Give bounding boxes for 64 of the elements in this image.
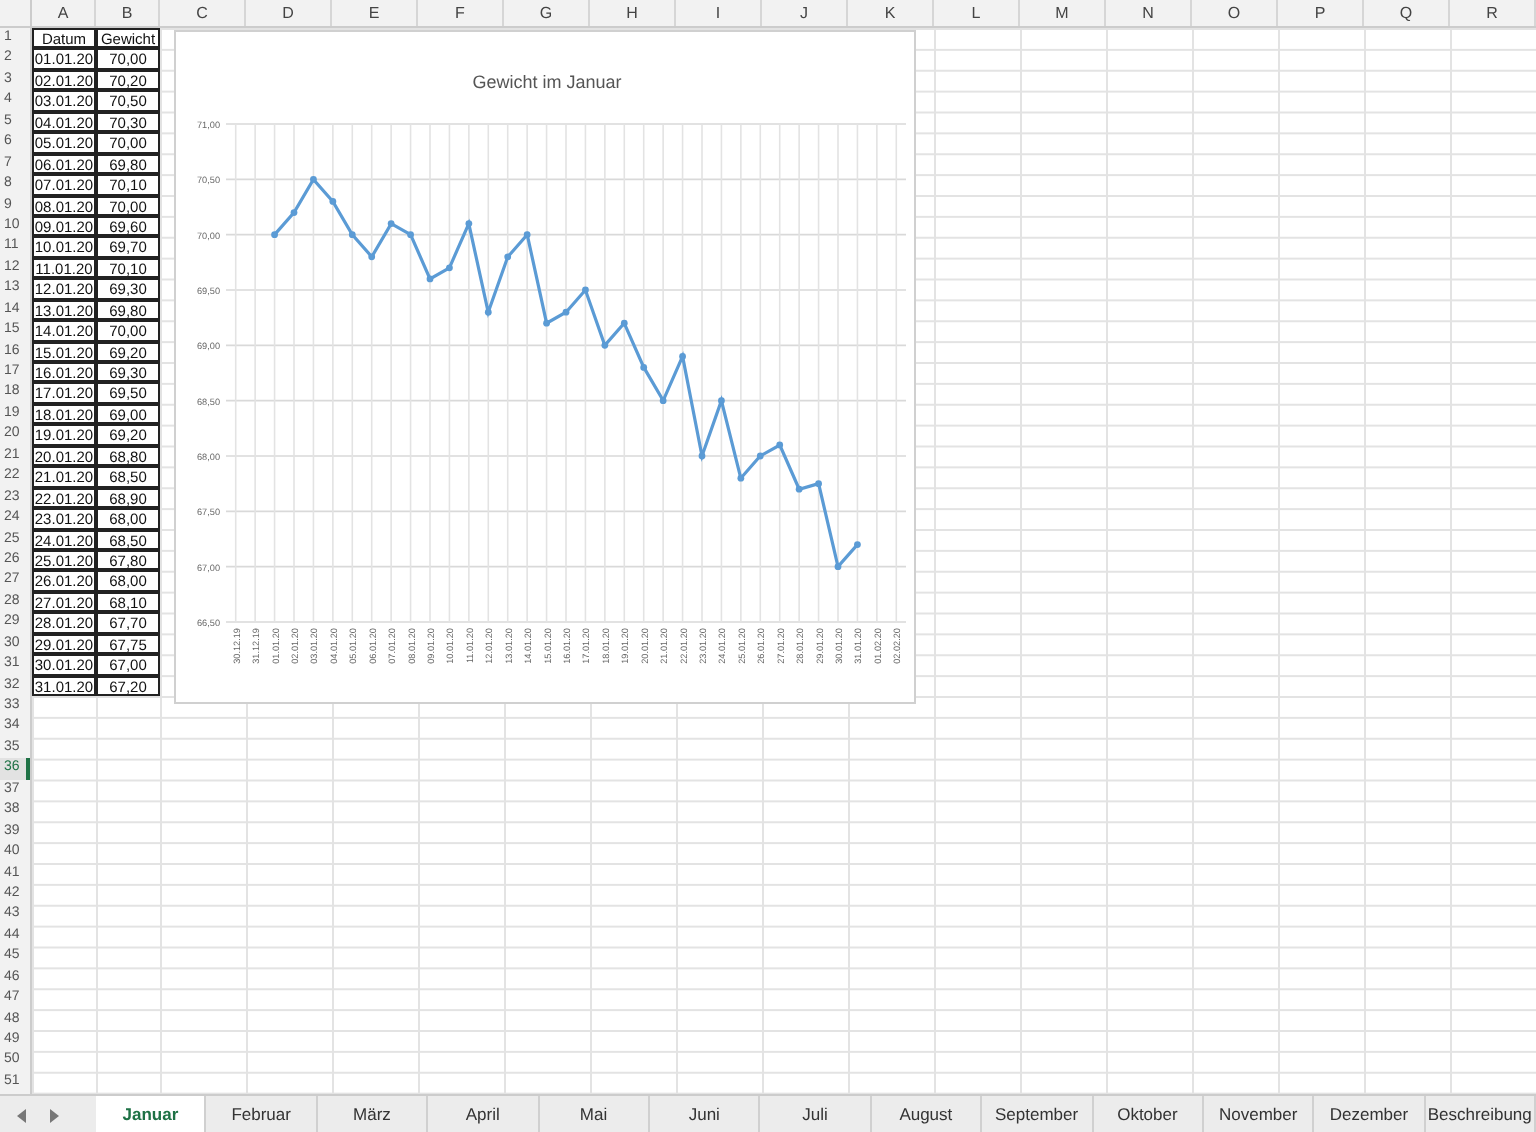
column-header[interactable]: C bbox=[160, 0, 246, 26]
point bbox=[562, 308, 570, 316]
point bbox=[465, 220, 473, 227]
point bbox=[504, 253, 512, 261]
sheet-tab[interactable]: November bbox=[1203, 1096, 1315, 1132]
column-header[interactable]: M bbox=[1020, 0, 1106, 26]
column-header[interactable]: H bbox=[590, 0, 676, 26]
column-header[interactable]: G bbox=[504, 0, 590, 26]
point bbox=[737, 474, 745, 482]
column-header[interactable]: I bbox=[676, 0, 762, 26]
point bbox=[834, 563, 842, 571]
point bbox=[854, 541, 861, 548]
sheet-tab[interactable]: April bbox=[428, 1096, 540, 1132]
point bbox=[718, 397, 725, 405]
column-header[interactable]: F bbox=[418, 0, 504, 26]
point bbox=[698, 452, 706, 460]
point bbox=[815, 480, 822, 488]
sheet-tab[interactable]: Beschreibung bbox=[1425, 1096, 1536, 1132]
column-header[interactable]: R bbox=[1450, 0, 1536, 26]
sheet-tab[interactable]: März bbox=[317, 1096, 429, 1132]
point bbox=[523, 231, 531, 239]
column-header[interactable]: N bbox=[1106, 0, 1192, 26]
point bbox=[640, 364, 648, 371]
scroll-right-icon[interactable] bbox=[44, 1106, 64, 1126]
column-header[interactable]: K bbox=[848, 0, 934, 26]
point bbox=[484, 308, 492, 316]
point bbox=[348, 231, 356, 239]
sheet-tab[interactable]: Januar bbox=[96, 1096, 207, 1132]
point bbox=[659, 397, 667, 405]
point bbox=[310, 175, 317, 183]
sheet-tab[interactable]: Oktober bbox=[1093, 1096, 1204, 1132]
point bbox=[795, 485, 803, 493]
sheet-tab[interactable]: Juli bbox=[760, 1096, 872, 1132]
column-header[interactable]: E bbox=[332, 0, 418, 26]
point bbox=[679, 353, 686, 360]
point bbox=[582, 286, 589, 294]
scroll-left-icon[interactable] bbox=[12, 1106, 32, 1126]
point bbox=[329, 198, 337, 205]
column-header[interactable]: L bbox=[934, 0, 1020, 26]
point bbox=[271, 231, 278, 239]
point bbox=[368, 253, 376, 261]
column-header[interactable]: Q bbox=[1364, 0, 1450, 26]
sheet-tab[interactable]: Februar bbox=[206, 1096, 318, 1132]
point bbox=[407, 231, 414, 239]
sheet-tab[interactable]: August bbox=[871, 1096, 983, 1132]
sheet-tab[interactable]: Dezember bbox=[1314, 1096, 1426, 1132]
point bbox=[756, 452, 764, 460]
point bbox=[290, 209, 298, 216]
point bbox=[620, 319, 628, 327]
point bbox=[776, 441, 784, 449]
sheet-tab[interactable]: Mai bbox=[539, 1096, 650, 1132]
point bbox=[543, 319, 550, 327]
column-header[interactable]: J bbox=[762, 0, 848, 26]
point bbox=[426, 275, 434, 283]
column-header[interactable]: B bbox=[96, 0, 160, 26]
point bbox=[446, 264, 453, 272]
sheet-tab[interactable]: Juni bbox=[649, 1096, 761, 1132]
point bbox=[387, 220, 395, 227]
column-header[interactable]: P bbox=[1278, 0, 1364, 26]
column-header[interactable]: A bbox=[32, 0, 96, 26]
chart-title: Gewicht im Januar bbox=[472, 72, 622, 92]
sheet-tab[interactable]: September bbox=[982, 1096, 1094, 1132]
column-header[interactable]: D bbox=[246, 0, 332, 26]
column-header[interactable]: O bbox=[1192, 0, 1278, 26]
